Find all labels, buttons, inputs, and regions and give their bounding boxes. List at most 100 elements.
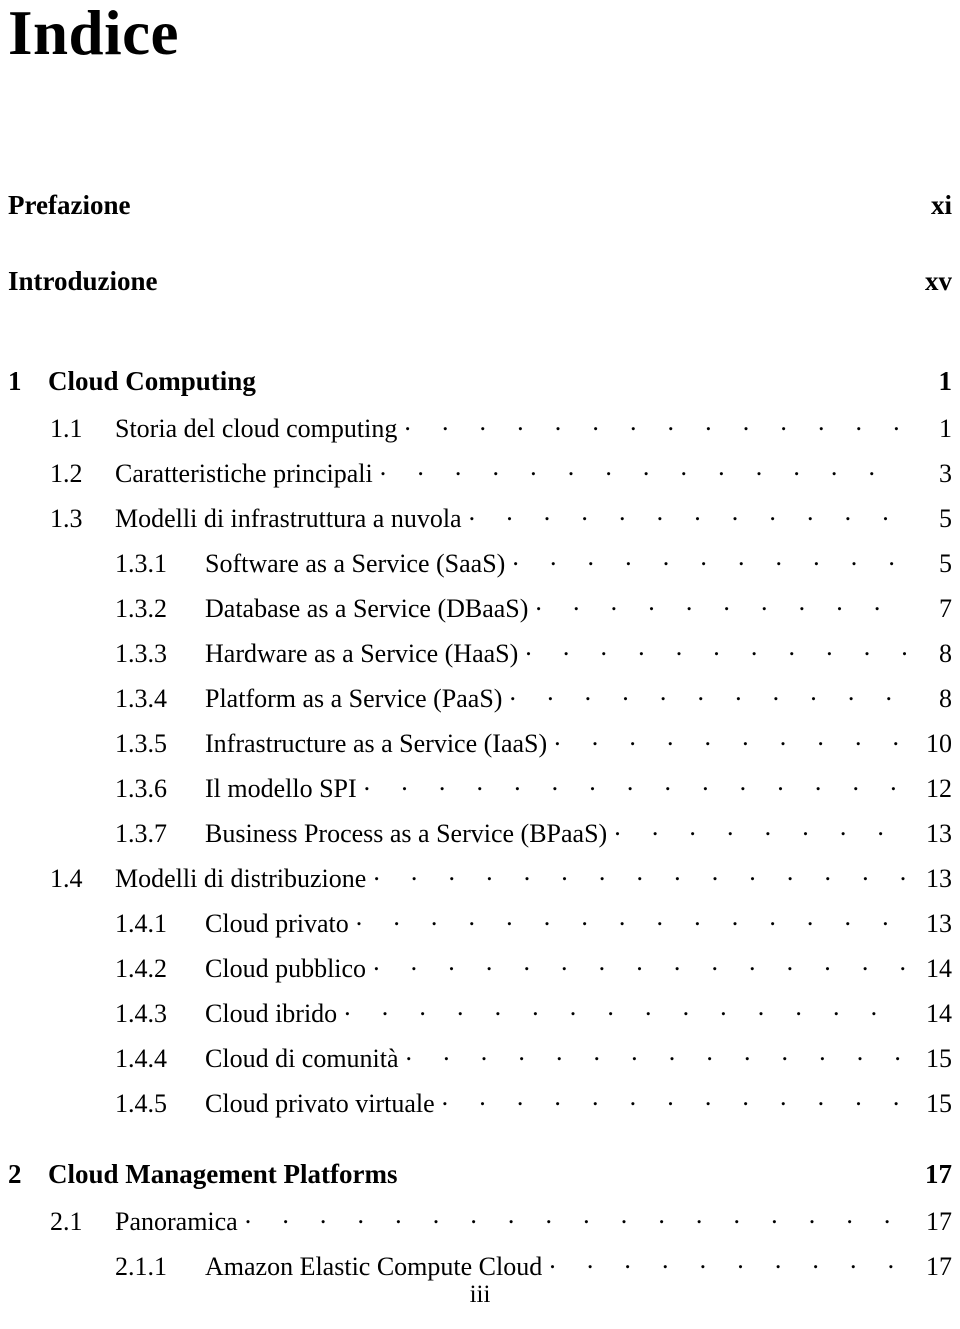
toc-entry-number: 1.4 — [50, 864, 83, 893]
toc-entry-label: Modelli di infrastruttura a nuvola — [115, 504, 462, 533]
toc-entry-page-number: 15 — [926, 1089, 952, 1118]
front-matter-label: Prefazione — [8, 190, 131, 220]
dot-leader — [373, 951, 906, 977]
toc-entry-label: Cloud privato — [205, 909, 349, 938]
front-matter-row[interactable]: Introduzione xv — [8, 266, 952, 342]
toc-entry-label: Cloud di comunità — [205, 1044, 399, 1073]
toc-entry-subsection[interactable]: 1.4.1 Cloud privato 13 — [8, 906, 952, 951]
toc-entry-section[interactable]: 2.1 Panoramica 17 — [8, 1204, 952, 1249]
toc-entry-page-number: 17 — [926, 1252, 952, 1281]
toc-entry-page-number: 12 — [926, 774, 952, 803]
front-matter-label: Introduzione — [8, 266, 158, 296]
toc-entry-label: Platform as a Service (PaaS) — [205, 684, 503, 713]
toc-entry-number: 1.4.1 — [115, 909, 167, 938]
dot-leader — [406, 1041, 906, 1067]
front-matter-page-number: xv — [925, 266, 952, 296]
toc-entry-subsection[interactable]: 1.3.6 Il modello SPI 12 — [8, 771, 952, 816]
dot-leader — [373, 861, 906, 887]
toc-entry-number: 1.3.6 — [115, 774, 167, 803]
toc-entry-number: 1.3.1 — [115, 549, 167, 578]
toc-entry-label: Cloud ibrido — [205, 999, 338, 1028]
dot-leader — [245, 1204, 906, 1230]
toc-entry-section[interactable]: 1.1 Storia del cloud computing 1 — [8, 411, 952, 456]
toc-entry-label: Business Process as a Service (BPaaS) — [205, 819, 608, 848]
toc-entry-label: Amazon Elastic Compute Cloud — [205, 1252, 543, 1281]
toc-entry-page-number: 17 — [925, 1159, 952, 1189]
toc-page: Indice Prefazione xi Introduzione xv 1 Cloud… — [0, 0, 960, 1329]
toc-entry-label: Storia del cloud computing — [115, 414, 398, 443]
toc-entry-label: Cloud privato virtuale — [205, 1089, 435, 1118]
toc-entry-number: 2.1 — [50, 1207, 83, 1236]
dot-leader — [535, 591, 906, 617]
toc-entry-subsection[interactable]: 1.4.4 Cloud di comunità 15 — [8, 1041, 952, 1086]
toc-entry-page-number: 14 — [926, 999, 952, 1028]
dot-leader — [356, 906, 906, 932]
front-matter-list: Prefazione xi Introduzione xv — [8, 190, 952, 342]
toc-entry-page-number: 15 — [926, 1044, 952, 1073]
toc-entry-number: 1.3.7 — [115, 819, 167, 848]
page-folio: iii — [469, 1281, 491, 1308]
toc-entry-label: Hardware as a Service (HaaS) — [205, 639, 519, 668]
toc-entry-label: Il modello SPI — [205, 774, 357, 803]
toc-entry-number: 2 — [8, 1159, 22, 1189]
dot-leader — [442, 1086, 906, 1112]
toc-entry-label: Software as a Service (SaaS) — [205, 549, 506, 578]
toc-entry-subsection[interactable]: 1.4.5 Cloud privato virtuale 15 — [8, 1086, 952, 1131]
toc-entry-number: 1.3 — [50, 504, 83, 533]
toc-entry-page-number: 8 — [939, 639, 952, 668]
page-title: Indice — [8, 0, 180, 68]
toc-entry-page-number: 3 — [939, 459, 952, 488]
toc-entry-number: 1.3.2 — [115, 594, 167, 623]
toc-entry-number: 1.4.5 — [115, 1089, 167, 1118]
toc-entry-number: 1.4.3 — [115, 999, 167, 1028]
toc-entry-spacer — [263, 363, 906, 390]
front-matter-row[interactable]: Prefazione xi — [8, 190, 952, 266]
toc-entry-spacer — [404, 1156, 906, 1183]
toc-entry-chapter[interactable]: 2 Cloud Management Platforms 17 — [8, 1156, 952, 1204]
toc-entry-page-number: 14 — [926, 954, 952, 983]
toc-entry-subsection[interactable]: 1.3.1 Software as a Service (SaaS) 5 — [8, 546, 952, 591]
toc-entry-label: Cloud Computing — [48, 366, 256, 396]
dot-leader — [404, 411, 906, 437]
toc-entry-subsection[interactable]: 1.3.3 Hardware as a Service (HaaS) 8 — [8, 636, 952, 681]
toc-entry-page-number: 7 — [939, 594, 952, 623]
dot-leader — [614, 816, 906, 842]
toc-entry-number: 1.3.5 — [115, 729, 167, 758]
toc-entry-label: Panoramica — [115, 1207, 238, 1236]
toc-entry-number: 1.4.2 — [115, 954, 167, 983]
toc-entry-subsection[interactable]: 1.3.5 Infrastructure as a Service (IaaS) 1… — [8, 726, 952, 771]
toc-entry-page-number: 17 — [926, 1207, 952, 1236]
toc-entry-page-number: 5 — [939, 504, 952, 533]
dot-leader — [509, 681, 906, 707]
dot-leader — [554, 726, 906, 752]
toc-entry-subsection[interactable]: 1.4.2 Cloud pubblico 14 — [8, 951, 952, 996]
toc-entry-page-number: 8 — [939, 684, 952, 713]
toc-entry-label: Modelli di distribuzione — [115, 864, 367, 893]
toc-entry-page-number: 13 — [926, 864, 952, 893]
toc-entry-label: Cloud Management Platforms — [48, 1159, 398, 1189]
dot-leader — [525, 636, 906, 662]
toc-entry-page-number: 1 — [938, 366, 953, 396]
toc-entry-page-number: 10 — [926, 729, 952, 758]
toc-entry-number: 1 — [8, 366, 22, 396]
dot-leader — [364, 771, 906, 797]
toc-entry-section[interactable]: 1.4 Modelli di distribuzione 13 — [8, 861, 952, 906]
toc-entry-label: Cloud pubblico — [205, 954, 367, 983]
front-matter-page-number: xi — [930, 190, 952, 220]
toc-entry-number: 1.1 — [50, 414, 83, 443]
toc-entry-label: Caratteristiche principali — [115, 459, 373, 488]
toc-entry-subsection[interactable]: 1.3.2 Database as a Service (DBaaS) 7 — [8, 591, 952, 636]
dot-leader — [469, 501, 906, 527]
toc-entry-subsection[interactable]: 1.3.4 Platform as a Service (PaaS) 8 — [8, 681, 952, 726]
toc-entry-label: Infrastructure as a Service (IaaS) — [205, 729, 548, 758]
dot-leader — [380, 456, 906, 482]
toc-entry-number: 2.1.1 — [115, 1252, 167, 1281]
toc-entry-section[interactable]: 1.2 Caratteristiche principali 3 — [8, 456, 952, 501]
toc-entry-chapter[interactable]: 1 Cloud Computing 1 — [8, 363, 952, 411]
toc-entry-list: 1 Cloud Computing 1 1.1 Storia del cloud com… — [8, 338, 952, 1294]
toc-entry-subsection[interactable]: 1.4.3 Cloud ibrido 14 — [8, 996, 952, 1041]
dot-leader — [512, 546, 906, 572]
toc-entry-subsection[interactable]: 1.3.7 Business Process as a Service (BPaa… — [8, 816, 952, 861]
toc-entry-section[interactable]: 1.3 Modelli di infrastruttura a nuvola 5 — [8, 501, 952, 546]
toc-entry-number: 1.3.3 — [115, 639, 167, 668]
